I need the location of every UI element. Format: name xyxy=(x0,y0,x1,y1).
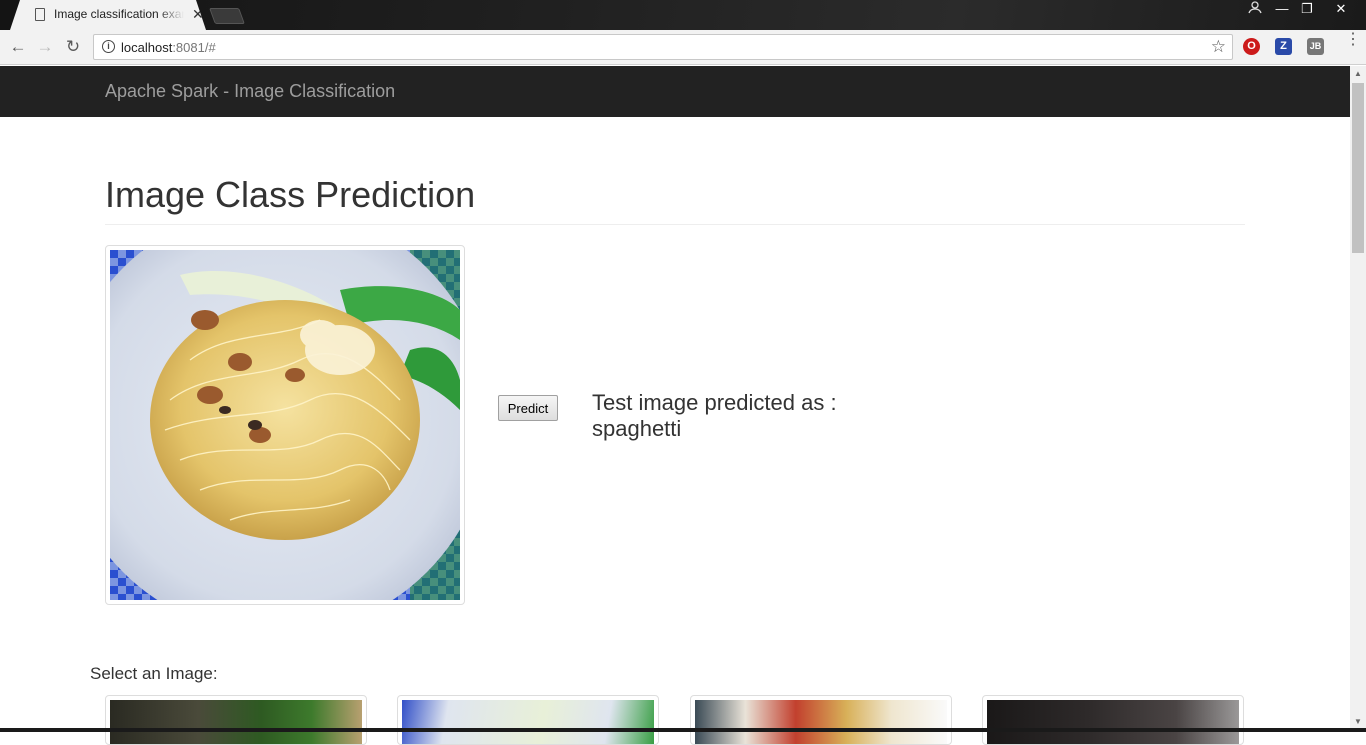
restore-icon[interactable]: ❐ xyxy=(1292,0,1322,20)
url-text[interactable]: localhost:8081/# xyxy=(121,40,216,55)
forward-icon[interactable]: → xyxy=(34,36,56,58)
gallery-image-4[interactable] xyxy=(982,695,1244,745)
close-window-icon[interactable]: ✕ xyxy=(1326,0,1356,20)
tab-title: Image classification exam xyxy=(54,7,184,21)
result-text: Test image predicted as : xyxy=(592,390,837,415)
jb-icon[interactable]: JB xyxy=(1307,38,1324,55)
header-divider xyxy=(105,224,1245,225)
taskbar-edge xyxy=(0,728,1366,732)
close-tab-icon[interactable]: ✕ xyxy=(192,5,204,23)
prediction-result: Test image predicted as : spaghetti xyxy=(592,390,892,442)
navbar-brand[interactable]: Apache Spark - Image Classification xyxy=(105,81,395,102)
scrollbar[interactable]: ▲ ▼ xyxy=(1350,66,1366,732)
result-value: spaghetti xyxy=(592,416,682,441)
gallery-image-1[interactable] xyxy=(105,695,367,745)
new-tab-button[interactable] xyxy=(209,8,245,24)
scroll-down-icon[interactable]: ▼ xyxy=(1354,717,1362,726)
browser-toolbar: ← → ↻ i localhost:8081/# ☆ O Z JB ⋮ xyxy=(0,30,1366,65)
scroll-up-icon[interactable]: ▲ xyxy=(1354,69,1362,78)
gallery-image-2[interactable] xyxy=(397,695,659,745)
select-image-label: Select an Image: xyxy=(90,664,218,683)
opera-icon[interactable]: O xyxy=(1243,38,1260,55)
browser-tab[interactable]: Image classification exam ✕ xyxy=(10,0,206,30)
reload-icon[interactable]: ↻ xyxy=(62,36,84,58)
back-icon[interactable]: ← xyxy=(7,36,29,58)
document-icon xyxy=(35,8,45,21)
page-title: Image Class Prediction xyxy=(105,174,476,215)
predict-button[interactable]: Predict xyxy=(498,395,558,421)
spaghetti-image xyxy=(110,250,460,600)
selected-image-thumbnail xyxy=(105,245,465,605)
gallery-image-3[interactable] xyxy=(690,695,952,745)
navbar: Apache Spark - Image Classification xyxy=(0,66,1350,117)
scroll-thumb[interactable] xyxy=(1352,83,1364,253)
user-icon[interactable] xyxy=(1240,0,1270,20)
address-bar[interactable]: i localhost:8081/# ☆ xyxy=(93,34,1233,60)
z-icon[interactable]: Z xyxy=(1275,38,1292,55)
bookmark-star-icon[interactable]: ☆ xyxy=(1211,37,1226,57)
info-icon[interactable]: i xyxy=(102,40,115,53)
menu-icon[interactable]: ⋮ xyxy=(1345,32,1361,48)
browser-tabstrip: Image classification exam ✕ — ❐ ✕ xyxy=(0,0,1366,30)
